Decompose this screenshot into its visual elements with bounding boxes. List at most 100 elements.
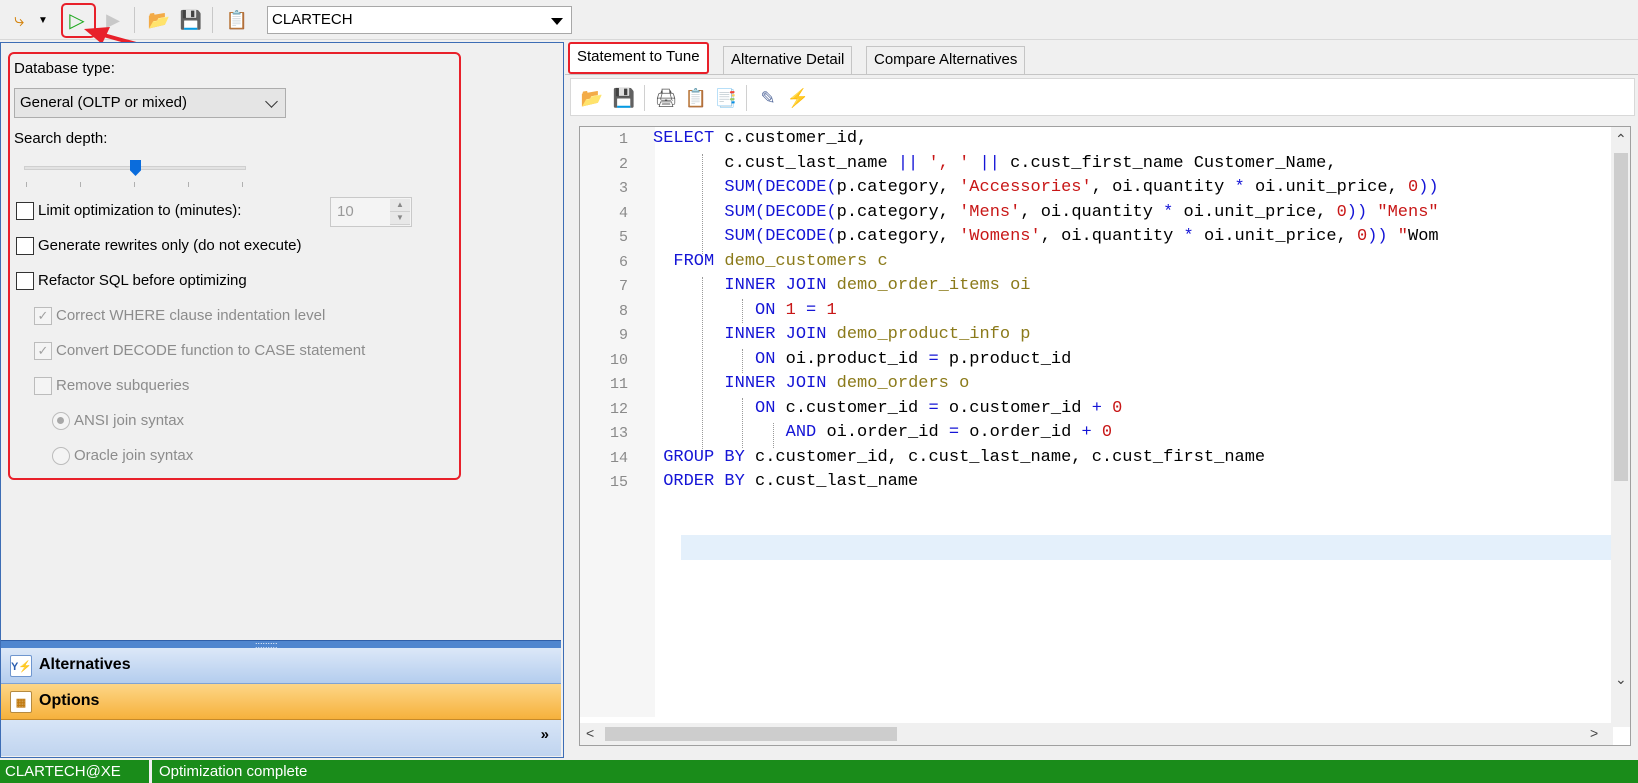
options-icon: ▦	[10, 691, 32, 713]
vertical-scroll-thumb[interactable]	[1614, 153, 1628, 481]
code-line[interactable]: ON c.customer_id = o.customer_id + 0	[653, 399, 1122, 418]
line-number: 6	[618, 254, 628, 271]
line-number: 15	[609, 474, 628, 491]
chevron-down-icon[interactable]	[551, 18, 563, 25]
line-number: 4	[618, 205, 628, 222]
generate-rewrites-checkbox[interactable]	[16, 237, 34, 255]
code-line[interactable]: ON 1 = 1	[653, 301, 837, 320]
code-line[interactable]: INNER JOIN demo_order_items oi	[653, 276, 1030, 295]
report-icon[interactable]: 📋	[224, 6, 250, 34]
scroll-right-icon[interactable]: >	[1590, 725, 1598, 741]
open-folder-icon[interactable]: 📂	[579, 84, 605, 112]
code-line[interactable]: ON oi.product_id = p.product_id	[653, 350, 1071, 369]
code-line[interactable]: SUM(DECODE(p.category, 'Womens', oi.quan…	[653, 227, 1438, 246]
code-line[interactable]: GROUP BY c.customer_id, c.cust_last_name…	[653, 448, 1265, 467]
print-icon[interactable]: 🖨	[653, 84, 679, 112]
slider-tick	[242, 182, 243, 187]
connection-select-value: CLARTECH	[272, 11, 353, 28]
vertical-scrollbar[interactable]: ⌃ ⌄	[1611, 127, 1630, 727]
nav-options[interactable]: ▦ Options	[1, 684, 561, 720]
code-line[interactable]: SUM(DECODE(p.category, 'Mens', oi.quanti…	[653, 203, 1438, 222]
nav-alternatives-label: Alternatives	[39, 656, 131, 673]
database-type-label: Database type:	[14, 60, 115, 77]
line-number: 5	[618, 229, 628, 246]
save-icon[interactable]: 💾	[178, 6, 204, 34]
nav-overflow-bar: »	[1, 720, 561, 756]
oracle-join-radio[interactable]	[52, 447, 70, 465]
panel-splitter[interactable]: :::::::::	[1, 640, 561, 650]
refactor-sql-label: Refactor SQL before optimizing	[38, 272, 247, 289]
line-number: 3	[618, 180, 628, 197]
horizontal-scrollbar[interactable]: < >	[580, 723, 1613, 745]
line-number: 14	[609, 450, 628, 467]
limit-minutes-value: 10	[337, 203, 354, 220]
chevron-double-right-icon[interactable]: »	[541, 726, 549, 743]
nav-alternatives[interactable]: Y⚡ Alternatives	[1, 648, 561, 684]
tab-strip-border	[565, 74, 1638, 75]
slider-tick	[188, 182, 189, 187]
code-line[interactable]: c.cust_last_name || ', ' || c.cust_first…	[653, 154, 1336, 173]
spinner-buttons[interactable]: ▲ ▼	[390, 199, 410, 225]
main-toolbar: ⤷ ▼ ▷ ▶ 📂 💾 📋 CLARTECH	[0, 0, 1638, 40]
connect-plug-icon[interactable]: ⤷	[6, 6, 32, 34]
sql-editor[interactable]: 1 2 3 4 5 6 7 8 9 10 11 12 13 14 15 SELE…	[579, 126, 1631, 746]
radio-selected-dot	[57, 417, 64, 424]
code-line[interactable]: SUM(DECODE(p.category, 'Accessories', oi…	[653, 178, 1438, 197]
line-number: 12	[609, 401, 628, 418]
status-connection: CLARTECH@XE	[0, 760, 152, 783]
toolbar-separator	[212, 7, 213, 33]
run-button-highlight	[61, 3, 96, 38]
connection-select[interactable]: CLARTECH	[267, 6, 572, 34]
code-line[interactable]: INNER JOIN demo_orders o	[653, 374, 969, 393]
scroll-down-icon[interactable]: ⌄	[1615, 671, 1627, 688]
horizontal-scroll-thumb[interactable]	[605, 727, 897, 741]
format-sql-icon[interactable]: ⚡	[785, 84, 811, 112]
status-bar: CLARTECH@XE Optimization complete	[0, 760, 1638, 783]
paste-icon[interactable]: 📋	[683, 84, 709, 112]
refactor-sql-checkbox[interactable]	[16, 272, 34, 290]
chevron-down-icon[interactable]	[265, 95, 278, 108]
tab-alternative-detail[interactable]: Alternative Detail	[723, 46, 853, 74]
slider-tick	[80, 182, 81, 187]
spin-down-icon[interactable]: ▼	[390, 212, 410, 225]
correct-where-checkbox[interactable]: ✓	[34, 307, 52, 325]
search-depth-label: Search depth:	[14, 130, 108, 147]
line-number: 2	[618, 156, 628, 173]
limit-minutes-spinner[interactable]: 10 ▲ ▼	[330, 197, 412, 227]
remove-subqueries-checkbox[interactable]	[34, 377, 52, 395]
tab-statement-to-tune[interactable]: Statement to Tune	[568, 42, 709, 74]
toolbar-separator	[746, 85, 747, 111]
line-number: 1	[618, 131, 628, 148]
edit-icon[interactable]: ✎	[755, 84, 781, 112]
scroll-left-icon[interactable]: <	[586, 725, 594, 741]
generate-rewrites-label: Generate rewrites only (do not execute)	[38, 237, 302, 254]
ansi-join-label: ANSI join syntax	[74, 412, 185, 429]
nav-options-label: Options	[39, 692, 100, 709]
line-number: 7	[618, 278, 628, 295]
convert-decode-checkbox[interactable]: ✓	[34, 342, 52, 360]
oracle-join-label: Oracle join syntax	[74, 447, 194, 464]
open-folder-icon[interactable]: 📂	[146, 6, 172, 34]
current-line-highlight	[681, 535, 1612, 560]
toolbar-separator	[644, 85, 645, 111]
stop-icon: ▶	[106, 9, 120, 30]
code-line[interactable]: FROM demo_customers c	[653, 252, 887, 271]
database-type-select[interactable]: General (OLTP or mixed)	[14, 88, 286, 118]
copy-icon[interactable]: 📑	[713, 84, 739, 112]
slider-tick	[134, 182, 135, 187]
save-icon[interactable]: 💾	[611, 84, 637, 112]
remove-subqueries-label: Remove subqueries	[56, 377, 190, 394]
tab-compare-alternatives[interactable]: Compare Alternatives	[866, 46, 1026, 74]
editor-toolbar: 📂 💾 🖨 📋 📑 ✎ ⚡	[570, 78, 1635, 116]
dropdown-arrow-icon[interactable]: ▼	[36, 6, 50, 34]
toolbar-separator	[134, 7, 135, 33]
line-number: 10	[609, 352, 628, 369]
scroll-up-icon[interactable]: ⌃	[1615, 131, 1627, 148]
code-line[interactable]: ORDER BY c.cust_last_name	[653, 472, 918, 491]
code-line[interactable]: INNER JOIN demo_product_info p	[653, 325, 1030, 344]
limit-optimization-checkbox[interactable]	[16, 202, 34, 220]
line-number: 13	[609, 425, 628, 442]
ansi-join-radio[interactable]	[52, 412, 70, 430]
code-line[interactable]: SELECT c.customer_id,	[653, 129, 867, 148]
code-line[interactable]: AND oi.order_id = o.order_id + 0	[653, 423, 1112, 442]
